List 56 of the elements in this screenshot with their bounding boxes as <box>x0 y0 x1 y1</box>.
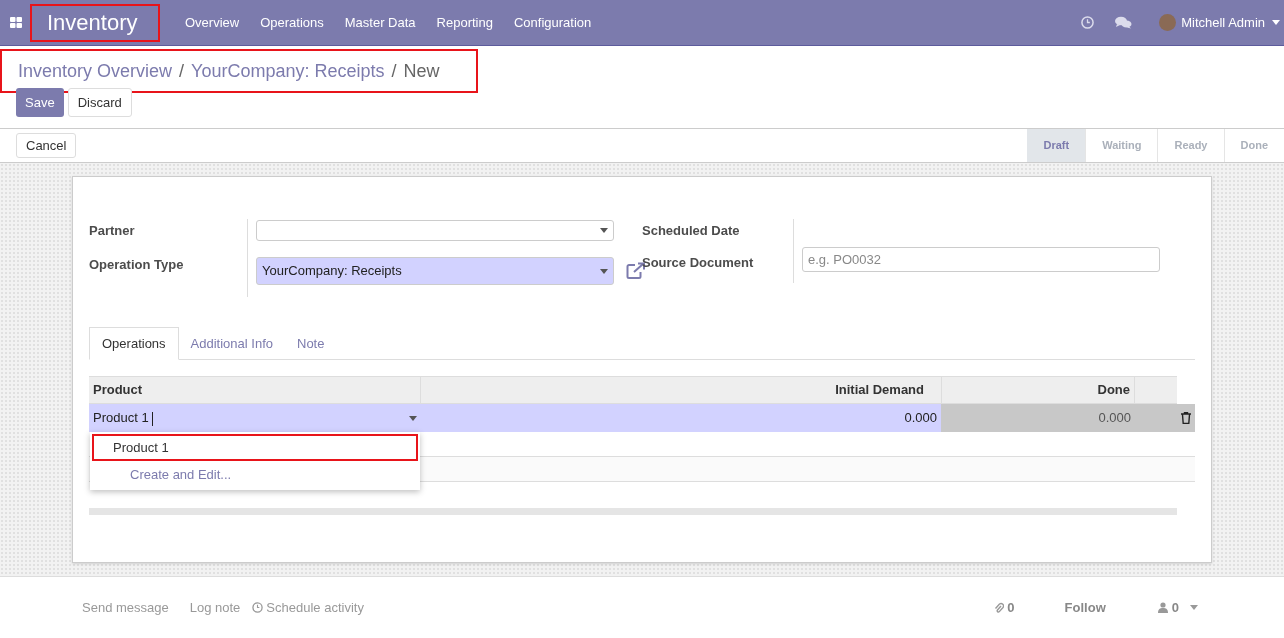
caret-icon <box>600 268 608 274</box>
field-label: Source Document <box>642 253 755 272</box>
chatter-action[interactable]: Log note <box>189 597 241 618</box>
caret-icon <box>1272 20 1280 25</box>
apps-menu-icon[interactable] <box>10 17 22 28</box>
status-stage[interactable]: Draft <box>1027 129 1086 162</box>
product-field[interactable]: Product 1 <box>89 404 421 432</box>
trash-icon[interactable] <box>1181 412 1191 424</box>
nav-menu-item[interactable]: Overview <box>185 12 240 33</box>
form-tab[interactable]: Operations <box>89 327 179 360</box>
paperclip-icon <box>994 601 1005 614</box>
breadcrumb-link[interactable]: YourCompany: Receipts <box>191 57 385 85</box>
chatter-action[interactable]: Send message <box>82 597 169 618</box>
person-icon <box>1157 602 1168 613</box>
text-field[interactable]: e.g. PO0032 <box>802 247 1160 272</box>
breadcrumb-separator: / <box>179 59 185 83</box>
nav-menu-item[interactable]: Operations <box>260 12 324 33</box>
field-label: Partner <box>89 222 135 240</box>
status-stage[interactable]: Waiting <box>1085 129 1158 162</box>
column-header[interactable]: Initial Demand <box>421 377 942 403</box>
clock-icon <box>252 602 264 613</box>
attachments-button[interactable]: 0 <box>994 597 1015 618</box>
chat-bubbles-icon[interactable] <box>1115 16 1133 29</box>
breadcrumb-link[interactable]: Inventory Overview <box>18 57 173 85</box>
column-header[interactable]: Done <box>942 377 1135 403</box>
quantity-field[interactable]: 0.000 <box>421 404 941 432</box>
breadcrumb-separator: / <box>391 59 397 83</box>
caret-icon <box>409 415 417 421</box>
status-stage[interactable]: Ready <box>1157 129 1224 162</box>
status-stage[interactable]: Done <box>1223 129 1284 162</box>
caret-icon <box>1190 605 1198 610</box>
primary-button[interactable]: Save <box>16 88 64 117</box>
field-label: Scheduled Date <box>642 222 741 240</box>
chatter-action[interactable]: Schedule activity <box>252 597 364 618</box>
cancel-button[interactable]: Cancel <box>16 133 77 158</box>
app-title[interactable]: Inventory <box>32 5 158 40</box>
column-header[interactable]: Product <box>89 377 421 403</box>
user-menu[interactable]: Mitchell Admin <box>1181 12 1280 33</box>
clock-icon[interactable] <box>1081 16 1095 29</box>
breadcrumb-current: New <box>403 59 440 83</box>
field-label: Operation Type <box>89 255 184 274</box>
form-tab[interactable]: Note <box>285 327 337 360</box>
followers-button[interactable]: 0 <box>1157 597 1198 618</box>
create-and-edit-option[interactable]: Create and Edit... <box>90 461 420 488</box>
form-tab[interactable]: Additional Info <box>178 327 285 360</box>
nav-menu-item[interactable]: Reporting <box>436 12 493 33</box>
table-cell-text: 0.000 <box>1097 409 1132 428</box>
caret-icon <box>600 228 608 233</box>
follow-button[interactable]: Follow <box>1064 597 1106 618</box>
select-field[interactable] <box>256 220 614 241</box>
user-avatar <box>1159 14 1177 31</box>
nav-menu-item[interactable]: Configuration <box>513 12 592 33</box>
nav-menu-item[interactable]: Master Data <box>344 12 416 33</box>
secondary-button[interactable]: Discard <box>67 88 132 117</box>
select-field[interactable]: YourCompany: Receipts <box>256 257 614 285</box>
dropdown-option[interactable]: Product 1 <box>92 434 418 461</box>
